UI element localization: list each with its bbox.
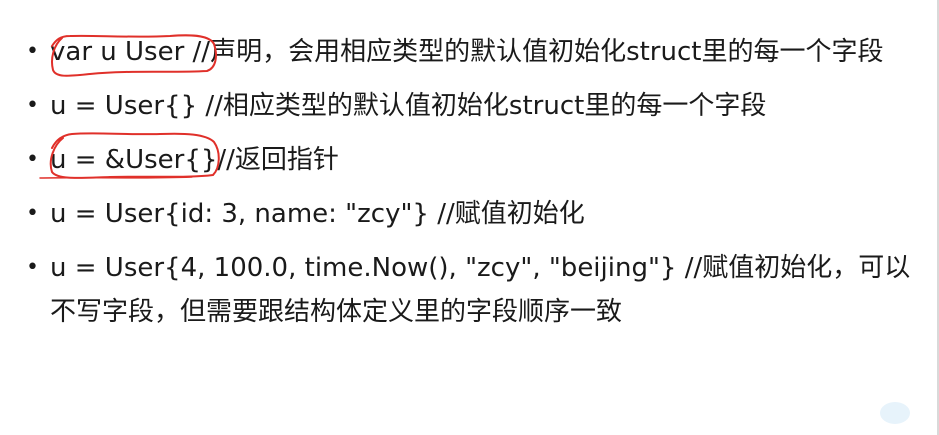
bullet-dot: • xyxy=(26,201,39,226)
bullet-text: u = User{} //相应类型的默认值初始化struct里的每一个字段 xyxy=(50,91,767,121)
bullet-text: u = User{id: 3, name: "zcy"} //赋值初始化 xyxy=(50,199,585,229)
decorative-blob xyxy=(880,402,910,424)
bullet-text: var u User //声明，会用相应类型的默认值初始化struct里的每一个… xyxy=(50,37,884,67)
bullet-item-named-fields: • u = User{id: 3, name: "zcy"} //赋值初始化 xyxy=(22,192,934,236)
bullet-dot: • xyxy=(26,255,39,280)
bullet-item-pointer: • u = &User{}//返回指针 xyxy=(22,138,934,182)
bullet-item-positional-fields: • u = User{4, 100.0, time.Now(), "zcy", … xyxy=(22,246,934,334)
bullet-item-empty-literal: • u = User{} //相应类型的默认值初始化struct里的每一个字段 xyxy=(22,84,934,128)
bullet-dot: • xyxy=(26,93,39,118)
bullet-list: • var u User //声明，会用相应类型的默认值初始化struct里的每… xyxy=(22,30,934,344)
bullet-dot: • xyxy=(26,147,39,172)
bullet-item-var-declaration: • var u User //声明，会用相应类型的默认值初始化struct里的每… xyxy=(22,30,934,74)
bullet-text: u = User{4, 100.0, time.Now(), "zcy", "b… xyxy=(50,253,911,327)
slide: • var u User //声明，会用相应类型的默认值初始化struct里的每… xyxy=(0,0,939,435)
bullet-dot: • xyxy=(26,39,39,64)
bullet-text: u = &User{}//返回指针 xyxy=(50,145,339,175)
